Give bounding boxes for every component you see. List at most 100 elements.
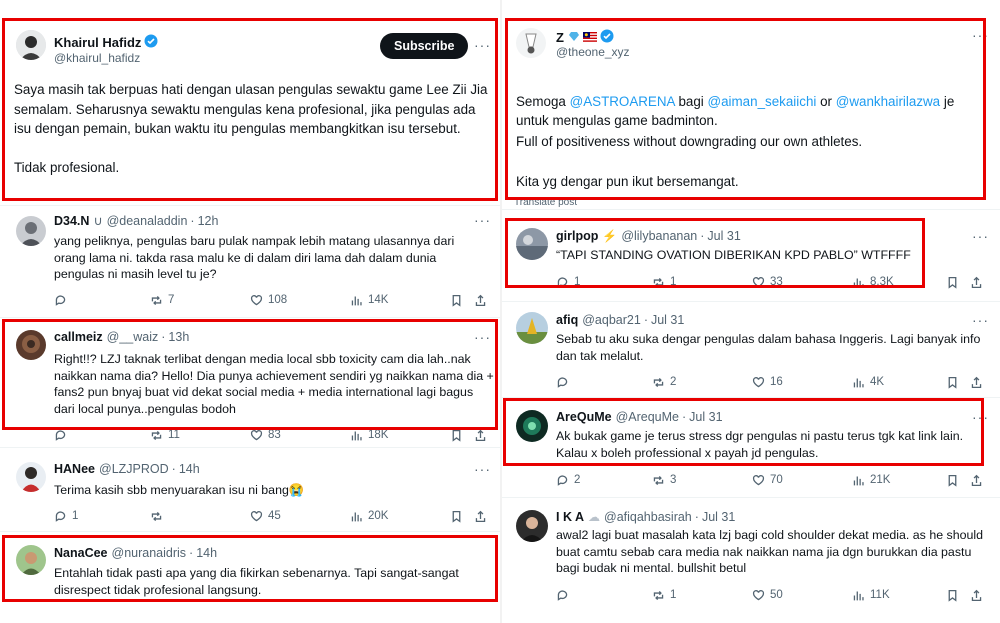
repost-button[interactable]: 3 (652, 474, 676, 487)
like-button[interactable]: 45 (250, 510, 281, 523)
views-button[interactable]: 18K (350, 429, 388, 442)
author-handle[interactable]: @LZJPROD (99, 462, 169, 476)
repost-button[interactable]: 11 (150, 429, 180, 442)
reply-nuranaidris[interactable]: NanaCee @nuranaidris · 14h Entahlah tida… (0, 532, 500, 623)
author-handle[interactable]: @nuranaidris (112, 546, 187, 560)
repost-button[interactable]: 1 (652, 276, 676, 289)
reply-afiqahbasirah[interactable]: I K A ☁ @afiqahbasirah · Jul 31 awal2 la… (502, 498, 1000, 623)
more-options-icon[interactable]: ··· (972, 228, 989, 244)
bookmark-button[interactable] (946, 376, 959, 389)
author-name[interactable]: AreQuMe (556, 410, 612, 424)
repost-button[interactable]: 1 (652, 589, 676, 602)
like-button[interactable]: 33 (752, 276, 783, 289)
views-button[interactable]: 11K (852, 589, 890, 602)
repost-button[interactable]: 7 (150, 294, 174, 307)
author-name[interactable]: girlpop (556, 229, 598, 243)
author-name[interactable]: afiq (556, 313, 578, 327)
reply-button[interactable] (556, 376, 574, 389)
author-handle[interactable]: @afiqahbasirah (604, 510, 692, 524)
reply-waiz[interactable]: callmeiz @__waiz · 13h ··· Right!!? LZJ … (0, 318, 500, 448)
reply-lilybananan[interactable]: girlpop ⚡ @lilybananan · Jul 31 ··· “TAP… (502, 218, 1000, 302)
avatar[interactable] (516, 28, 546, 58)
timestamp[interactable]: Jul 31 (689, 410, 722, 424)
share-button[interactable] (970, 474, 983, 487)
more-options-icon[interactable]: ··· (474, 212, 491, 228)
bookmark-button[interactable] (946, 474, 959, 487)
views-button[interactable]: 8.3K (852, 276, 894, 289)
reply-button[interactable] (54, 429, 72, 442)
like-button[interactable]: 16 (752, 376, 783, 389)
bookmark-button[interactable] (450, 294, 463, 307)
reply-button[interactable]: 1 (54, 510, 78, 523)
bookmark-button[interactable] (946, 589, 959, 602)
author-handle[interactable]: @aqbar21 (582, 313, 641, 327)
author-name[interactable]: callmeiz (54, 330, 103, 344)
reply-deanaladdin[interactable]: D34.N ∪ @deanaladdin · 12h ··· yang peli… (0, 206, 500, 318)
bookmark-button[interactable] (450, 510, 463, 523)
like-button[interactable]: 83 (250, 429, 281, 442)
reply-aqbar21[interactable]: afiq @aqbar21 · Jul 31 ··· Sebab tu aku … (502, 302, 1000, 398)
main-post-khairul[interactable]: Khairul Hafidz @khairul_hafidz Subscribe… (0, 0, 500, 206)
more-options-icon[interactable]: ··· (474, 329, 491, 345)
timestamp[interactable]: 14h (196, 546, 217, 560)
author-handle[interactable]: @khairul_hafidz (54, 51, 140, 65)
mention-link[interactable]: @ASTROARENA (570, 94, 675, 109)
avatar[interactable] (16, 330, 46, 360)
reply-arequme[interactable]: AreQuMe @ArequMe · Jul 31 ··· Ak bukak g… (502, 398, 1000, 498)
author-name[interactable]: I K A (556, 510, 584, 524)
subscribe-button[interactable]: Subscribe (380, 33, 469, 59)
avatar[interactable] (16, 545, 46, 575)
more-options-icon[interactable]: ··· (474, 37, 491, 53)
timestamp[interactable]: Jul 31 (707, 229, 740, 243)
mention-link[interactable]: @wankhairilazwa (836, 94, 940, 109)
more-options-icon[interactable]: ··· (972, 312, 989, 328)
author-name[interactable]: NanaCee (54, 546, 108, 560)
reply-button[interactable] (54, 294, 72, 307)
like-button[interactable]: 70 (752, 474, 783, 487)
more-options-icon[interactable]: ··· (972, 409, 989, 425)
author-handle[interactable]: @lilybananan (621, 229, 697, 243)
share-button[interactable] (970, 376, 983, 389)
main-post-theone[interactable]: Z @theone_xyz ··· Semoga @ASTROARENA bag… (502, 0, 1000, 210)
repost-button[interactable] (150, 510, 168, 523)
reply-button[interactable] (556, 589, 574, 602)
author-handle[interactable]: @__waiz (107, 330, 159, 344)
translate-post-link[interactable]: Translate post (514, 197, 577, 208)
reply-button[interactable]: 2 (556, 474, 580, 487)
share-button[interactable] (474, 510, 487, 523)
timestamp[interactable]: Jul 31 (651, 313, 684, 327)
author-name[interactable]: Z (556, 30, 564, 45)
avatar[interactable] (516, 510, 548, 542)
share-button[interactable] (474, 294, 487, 307)
avatar[interactable] (16, 462, 46, 492)
share-button[interactable] (970, 276, 983, 289)
timestamp[interactable]: 12h (198, 214, 219, 228)
reply-button[interactable]: 1 (556, 276, 580, 289)
views-button[interactable]: 20K (350, 510, 388, 523)
avatar[interactable] (516, 312, 548, 344)
timestamp[interactable]: 14h (179, 462, 200, 476)
more-options-icon[interactable]: ··· (474, 461, 491, 477)
avatar[interactable] (16, 216, 46, 246)
views-button[interactable]: 14K (350, 294, 388, 307)
share-button[interactable] (474, 429, 487, 442)
bookmark-button[interactable] (450, 429, 463, 442)
more-options-icon[interactable]: ··· (972, 27, 989, 43)
views-button[interactable]: 21K (852, 474, 890, 487)
author-handle[interactable]: @ArequMe (616, 410, 679, 424)
author-name[interactable]: Khairul Hafidz (54, 35, 141, 50)
share-button[interactable] (970, 589, 983, 602)
views-button[interactable]: 4K (852, 376, 884, 389)
timestamp[interactable]: 13h (168, 330, 189, 344)
author-name[interactable]: D34.N (54, 214, 89, 228)
avatar[interactable] (516, 228, 548, 260)
bookmark-button[interactable] (946, 276, 959, 289)
author-name[interactable]: HANee (54, 462, 95, 476)
author-handle[interactable]: @deanaladdin (107, 214, 188, 228)
mention-link[interactable]: @aiman_sekaiichi (708, 94, 817, 109)
author-handle[interactable]: @theone_xyz (556, 45, 630, 59)
avatar[interactable] (516, 410, 548, 442)
like-button[interactable]: 50 (752, 589, 783, 602)
avatar[interactable] (16, 30, 46, 60)
repost-button[interactable]: 2 (652, 376, 676, 389)
